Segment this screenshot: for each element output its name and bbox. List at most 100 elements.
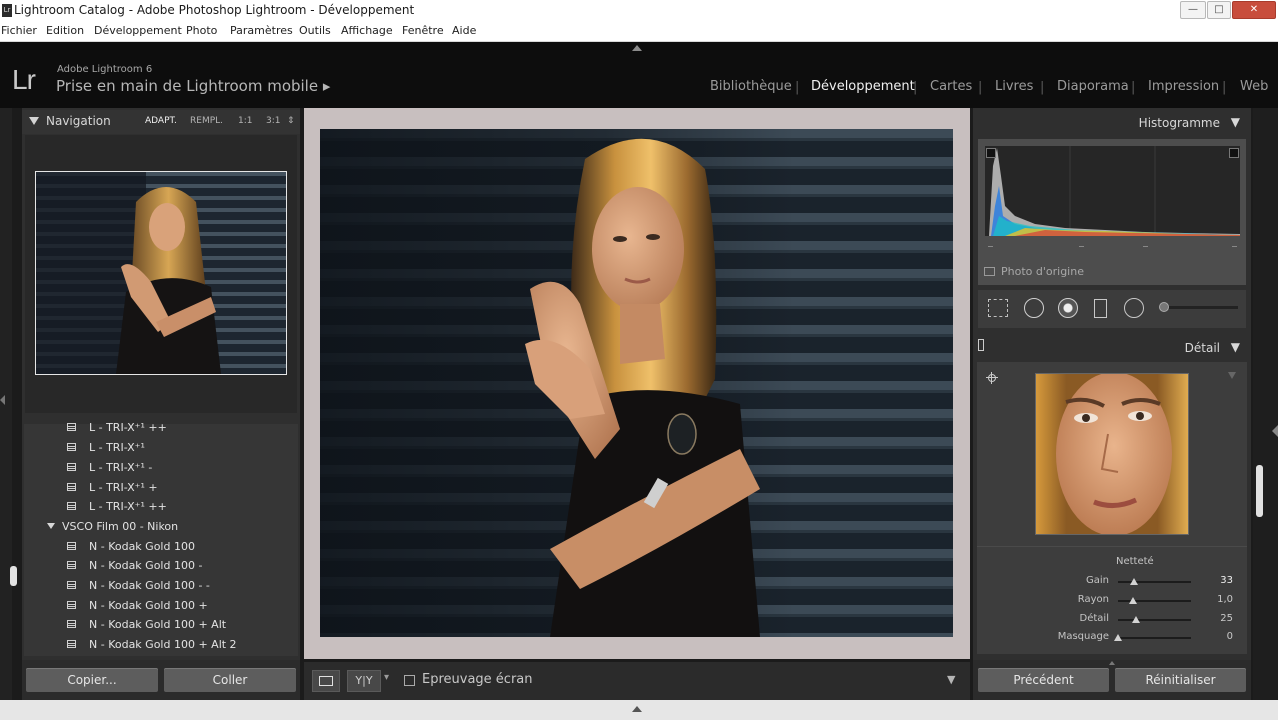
- module-separator: |: [913, 80, 918, 95]
- menu-fenetre[interactable]: Fenêtre: [402, 24, 444, 37]
- preset-icon: [67, 423, 76, 431]
- module-impression[interactable]: Impression: [1148, 79, 1219, 94]
- menu-parametres[interactable]: Paramètres: [230, 24, 293, 37]
- preset-item[interactable]: N - Kodak Gold 100 +: [24, 596, 298, 616]
- detail-preview-menu-icon[interactable]: [1228, 372, 1236, 379]
- collapse-arrow-icon[interactable]: ▼: [1231, 340, 1240, 354]
- toolbar-menu-icon[interactable]: ▼: [947, 673, 955, 686]
- close-button[interactable]: ✕: [1232, 1, 1276, 19]
- preset-item[interactable]: N - Kodak Gold 100 - -: [24, 576, 298, 596]
- preset-icon: [67, 502, 76, 510]
- detail-value[interactable]: 25: [1203, 613, 1233, 624]
- crop-overlay-icon[interactable]: [988, 299, 1008, 317]
- view-dropdown-icon[interactable]: ▾: [384, 672, 389, 683]
- maximize-button[interactable]: □: [1207, 1, 1231, 19]
- target-adjustment-icon[interactable]: [986, 372, 998, 384]
- info-dash: [1079, 246, 1084, 247]
- adjustment-brush-icon[interactable]: [1159, 302, 1169, 312]
- zoom-1-1-option[interactable]: 1:1: [238, 116, 252, 126]
- center-toolbar: Y|Y ▾ Epreuvage écran ▼: [304, 662, 970, 700]
- paste-settings-button[interactable]: Coller: [164, 668, 296, 692]
- zoom-spinner-icon[interactable]: ⇕: [287, 116, 295, 126]
- zoom-fill-option[interactable]: REMPL.: [190, 116, 223, 126]
- preset-item[interactable]: N - Kodak Gold 100 -: [24, 556, 298, 576]
- masking-value[interactable]: 0: [1203, 631, 1233, 642]
- presets-list: L - TRI-X⁺¹ ++ L - TRI-X⁺¹ L - TRI-X⁺¹ -…: [24, 421, 298, 656]
- preset-item[interactable]: L - TRI-X⁺¹ ++: [24, 418, 298, 438]
- gain-value[interactable]: 33: [1203, 575, 1233, 586]
- filmstrip-toggle-icon[interactable]: [632, 706, 642, 712]
- radius-value[interactable]: 1,0: [1203, 594, 1233, 605]
- graduated-filter-icon[interactable]: [1094, 299, 1107, 318]
- preset-icon: [67, 620, 76, 628]
- preset-item[interactable]: L - TRI-X⁺¹ +: [24, 478, 298, 498]
- mobile-getting-started-link[interactable]: Prise en main de Lightroom mobile ▸: [56, 77, 330, 95]
- masking-slider[interactable]: [1118, 637, 1191, 639]
- module-developpement[interactable]: Développement: [811, 79, 915, 94]
- detail-header[interactable]: Détail ▼: [976, 337, 1248, 359]
- module-diaporama[interactable]: Diaporama: [1057, 79, 1129, 94]
- preset-icon: [67, 581, 76, 589]
- info-dash: [1232, 246, 1237, 247]
- detail-preview[interactable]: [1035, 373, 1189, 535]
- detail-divider: [977, 546, 1247, 547]
- right-panel-scrollbar[interactable]: [1256, 465, 1263, 517]
- preset-icon: [67, 561, 76, 569]
- preset-item[interactable]: N - Kodak Gold 100 + Alt 2: [24, 635, 298, 655]
- shadow-clipping-icon[interactable]: [986, 148, 996, 158]
- reset-button[interactable]: Réinitialiser: [1115, 668, 1246, 692]
- softproof-checkbox[interactable]: [404, 675, 415, 686]
- menu-developpement[interactable]: Développement: [94, 24, 182, 37]
- menu-aide[interactable]: Aide: [452, 24, 476, 37]
- detail-slider[interactable]: [1118, 619, 1191, 621]
- module-separator: |: [1040, 80, 1045, 95]
- detail-slider-thumb[interactable]: [1132, 616, 1141, 623]
- minimize-button[interactable]: —: [1180, 1, 1206, 19]
- collapse-arrow-icon[interactable]: ▼: [1231, 115, 1240, 129]
- target-circle: [988, 374, 996, 382]
- module-web[interactable]: Web: [1240, 79, 1268, 94]
- module-bibliotheque[interactable]: Bibliothèque: [710, 79, 792, 94]
- lightroom-logo: Lr: [12, 64, 36, 95]
- right-panel-toggle-icon[interactable]: [1272, 425, 1278, 437]
- spot-removal-icon[interactable]: [1024, 298, 1044, 318]
- highlight-clipping-icon[interactable]: [1229, 148, 1239, 158]
- radial-filter-icon[interactable]: [1124, 298, 1144, 318]
- masking-slider-thumb[interactable]: [1114, 634, 1122, 641]
- zoom-fit-option[interactable]: ADAPT.: [145, 116, 177, 126]
- menu-affichage[interactable]: Affichage: [341, 24, 393, 37]
- preset-item[interactable]: L - TRI-X⁺¹ ++: [24, 497, 298, 517]
- radius-slider-thumb[interactable]: [1128, 597, 1137, 604]
- collapse-arrow-icon[interactable]: [29, 117, 39, 125]
- left-panel-toggle-icon[interactable]: [0, 395, 5, 405]
- gain-slider[interactable]: [1118, 581, 1191, 583]
- menu-edition[interactable]: Edition: [46, 24, 84, 37]
- histogram-graph[interactable]: [985, 146, 1240, 236]
- previous-button[interactable]: Précédent: [978, 668, 1109, 692]
- top-panel-toggle-icon[interactable]: [632, 45, 642, 51]
- module-livres[interactable]: Livres: [995, 79, 1033, 94]
- loupe-view-button[interactable]: [312, 670, 340, 692]
- menu-outils[interactable]: Outils: [299, 24, 331, 37]
- navigator-thumbnail[interactable]: [35, 171, 287, 375]
- left-panel-scrollbar[interactable]: [10, 566, 17, 586]
- identity-plate-bar: [0, 42, 1278, 108]
- copy-settings-button[interactable]: Copier...: [26, 668, 158, 692]
- preset-icon: [67, 601, 76, 609]
- main-photo[interactable]: [320, 129, 953, 637]
- preset-folder[interactable]: VSCO Film 00 - Nikon: [24, 517, 298, 537]
- gain-slider-thumb[interactable]: [1130, 578, 1139, 585]
- preset-item[interactable]: N - Kodak Gold 100: [24, 537, 298, 557]
- red-eye-icon[interactable]: [1058, 298, 1078, 318]
- zoom-3-1-option[interactable]: 3:1: [266, 116, 280, 126]
- menu-fichier[interactable]: Fichier: [1, 24, 37, 37]
- module-cartes[interactable]: Cartes: [930, 79, 972, 94]
- menu-photo[interactable]: Photo: [186, 24, 217, 37]
- tool-strip: [978, 290, 1246, 328]
- preset-item[interactable]: L - TRI-X⁺¹: [24, 438, 298, 458]
- histogram-header[interactable]: Histogramme ▼: [976, 112, 1248, 136]
- preset-item[interactable]: N - Kodak Gold 100 + Alt: [24, 615, 298, 635]
- compare-view-button[interactable]: Y|Y: [347, 670, 381, 692]
- original-photo-checkbox[interactable]: [984, 267, 995, 276]
- preset-item[interactable]: L - TRI-X⁺¹ -: [24, 458, 298, 478]
